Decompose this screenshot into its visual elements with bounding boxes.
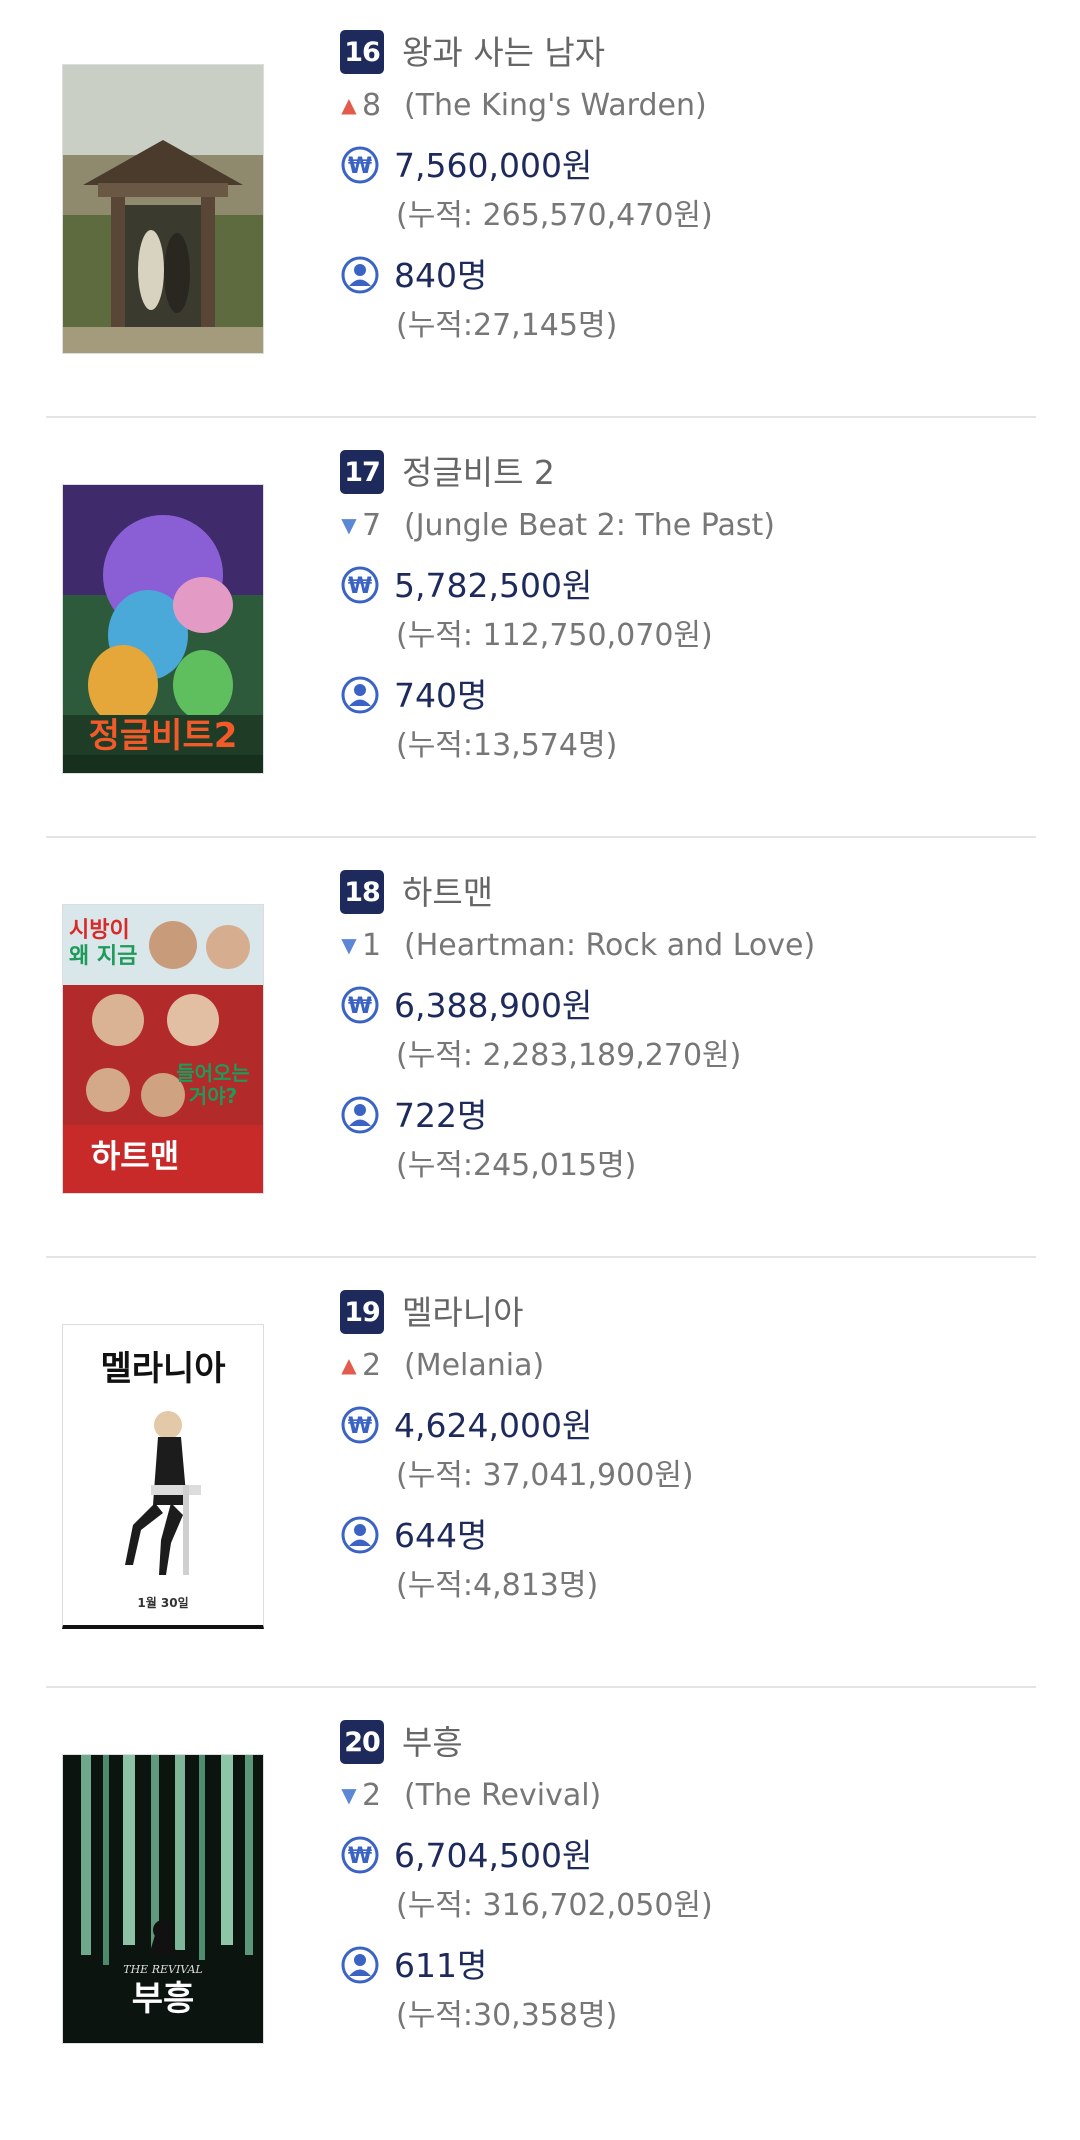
rank-badge: 19 [340, 1290, 384, 1334]
svg-text:왜 지금: 왜 지금 [69, 944, 137, 969]
svg-text:₩: ₩ [348, 154, 372, 179]
divider [46, 416, 1036, 418]
won-circle-icon: ₩ [340, 985, 380, 1025]
movie-title-english: (Jungle Beat 2: The Past) [404, 508, 775, 543]
svg-text:들어오는: 들어오는 [176, 1061, 250, 1085]
rank-change-value: 1 [362, 928, 382, 963]
svg-text:거야?: 거야? [189, 1084, 237, 1108]
rank-badge: 20 [340, 1720, 384, 1764]
won-circle-icon: ₩ [340, 1405, 380, 1445]
rank-change: ▼ 1 [340, 926, 381, 966]
rank-badge: 16 [340, 30, 384, 74]
svg-text:THE REVIVAL: THE REVIVAL [123, 1963, 203, 1976]
cumulative-revenue: (누적: 316,702,050원) [396, 1888, 713, 1923]
movie-title-english: (The King's Warden) [404, 88, 707, 123]
person-circle-icon [340, 1515, 380, 1555]
daily-revenue: 6,704,500원 [394, 1836, 593, 1875]
rank-change-value: 2 [362, 1348, 382, 1383]
divider [46, 1686, 1036, 1688]
divider [46, 836, 1036, 838]
movie-title-korean[interactable]: 멜라니아 [402, 1290, 523, 1334]
daily-revenue: 4,624,000원 [394, 1406, 593, 1445]
svg-text:₩: ₩ [348, 1414, 372, 1439]
cumulative-audience: (누적:27,145명) [396, 308, 618, 343]
daily-revenue: 5,782,500원 [394, 566, 593, 605]
won-circle-icon: ₩ [340, 565, 380, 605]
cumulative-revenue: (누적: 2,283,189,270원) [396, 1038, 742, 1073]
arrow-up-icon: ▲ [341, 93, 357, 117]
daily-audience: 722명 [394, 1096, 488, 1135]
movie-title-english: (Melania) [404, 1348, 545, 1383]
daily-revenue: 7,560,000원 [394, 146, 593, 185]
won-circle-icon: ₩ [340, 145, 380, 185]
movie-title-korean[interactable]: 부흥 [402, 1720, 463, 1764]
cumulative-revenue: (누적: 265,570,470원) [396, 198, 713, 233]
svg-text:부흥: 부흥 [132, 1979, 195, 2019]
movie-entry[interactable]: 시방이 왜 지금 들어오는 거야? 하트맨 18 하트맨 ▼ 1 (Heartma… [0, 870, 1080, 1290]
person-circle-icon [340, 1945, 380, 1985]
cumulative-audience: (누적:245,015명) [396, 1148, 637, 1183]
svg-text:하트맨: 하트맨 [91, 1137, 179, 1175]
rank-change: ▲ 8 [340, 86, 381, 126]
movie-title-korean[interactable]: 정글비트 2 [402, 450, 555, 494]
rank-change-value: 2 [362, 1778, 382, 1813]
movie-entry[interactable]: THE REVIVAL 부흥 20 부흥 ▼ 2 (The Revival) ₩ … [0, 1720, 1080, 2140]
movie-title-korean[interactable]: 왕과 사는 남자 [402, 30, 605, 74]
movie-title-english: (The Revival) [404, 1778, 602, 1813]
rank-badge: 17 [340, 450, 384, 494]
daily-audience: 644명 [394, 1516, 488, 1555]
svg-text:₩: ₩ [348, 994, 372, 1019]
movie-poster[interactable] [62, 64, 264, 354]
rank-change: ▼ 7 [340, 506, 381, 546]
person-circle-icon [340, 1095, 380, 1135]
daily-audience: 840명 [394, 256, 488, 295]
arrow-down-icon: ▼ [341, 933, 357, 957]
cumulative-audience: (누적:13,574명) [396, 728, 618, 763]
rank-badge: 18 [340, 870, 384, 914]
svg-text:1월 30일: 1월 30일 [137, 1595, 188, 1610]
rank-change: ▼ 2 [340, 1776, 381, 1816]
movie-poster[interactable]: 정글비트2 [62, 484, 264, 774]
movie-entry[interactable]: 멜라니아 1월 30일 19 멜라니아 ▲ 2 (Melania) ₩ 4,624… [0, 1290, 1080, 1710]
daily-audience: 740명 [394, 676, 488, 715]
divider [46, 1256, 1036, 1258]
person-circle-icon [340, 675, 380, 715]
movie-poster[interactable]: 시방이 왜 지금 들어오는 거야? 하트맨 [62, 904, 264, 1194]
cumulative-revenue: (누적: 37,041,900원) [396, 1458, 694, 1493]
movie-entry[interactable]: 16 왕과 사는 남자 ▲ 8 (The King's Warden) ₩ 7,5… [0, 30, 1080, 450]
movie-entry[interactable]: 정글비트2 17 정글비트 2 ▼ 7 (Jungle Beat 2: The P… [0, 450, 1080, 870]
movie-poster[interactable]: 멜라니아 1월 30일 [62, 1324, 264, 1629]
rank-change-value: 8 [362, 88, 382, 123]
daily-revenue: 6,388,900원 [394, 986, 593, 1025]
daily-audience: 611명 [394, 1946, 488, 1985]
won-circle-icon: ₩ [340, 1835, 380, 1875]
arrow-down-icon: ▼ [341, 1783, 357, 1807]
cumulative-revenue: (누적: 112,750,070원) [396, 618, 713, 653]
svg-text:정글비트2: 정글비트2 [89, 716, 238, 756]
movie-title-english: (Heartman: Rock and Love) [404, 928, 816, 963]
movie-title-korean[interactable]: 하트맨 [402, 870, 493, 914]
arrow-down-icon: ▼ [341, 513, 357, 537]
movie-poster[interactable]: THE REVIVAL 부흥 [62, 1754, 264, 2044]
rank-change-value: 7 [362, 508, 382, 543]
svg-text:멜라니아: 멜라니아 [100, 1349, 225, 1389]
person-circle-icon [340, 255, 380, 295]
svg-text:시방이: 시방이 [69, 918, 130, 943]
cumulative-audience: (누적:4,813명) [396, 1568, 599, 1603]
cumulative-audience: (누적:30,358명) [396, 1998, 618, 2033]
rank-change: ▲ 2 [340, 1346, 381, 1386]
svg-text:₩: ₩ [348, 1844, 372, 1869]
arrow-up-icon: ▲ [341, 1353, 357, 1377]
svg-text:₩: ₩ [348, 574, 372, 599]
